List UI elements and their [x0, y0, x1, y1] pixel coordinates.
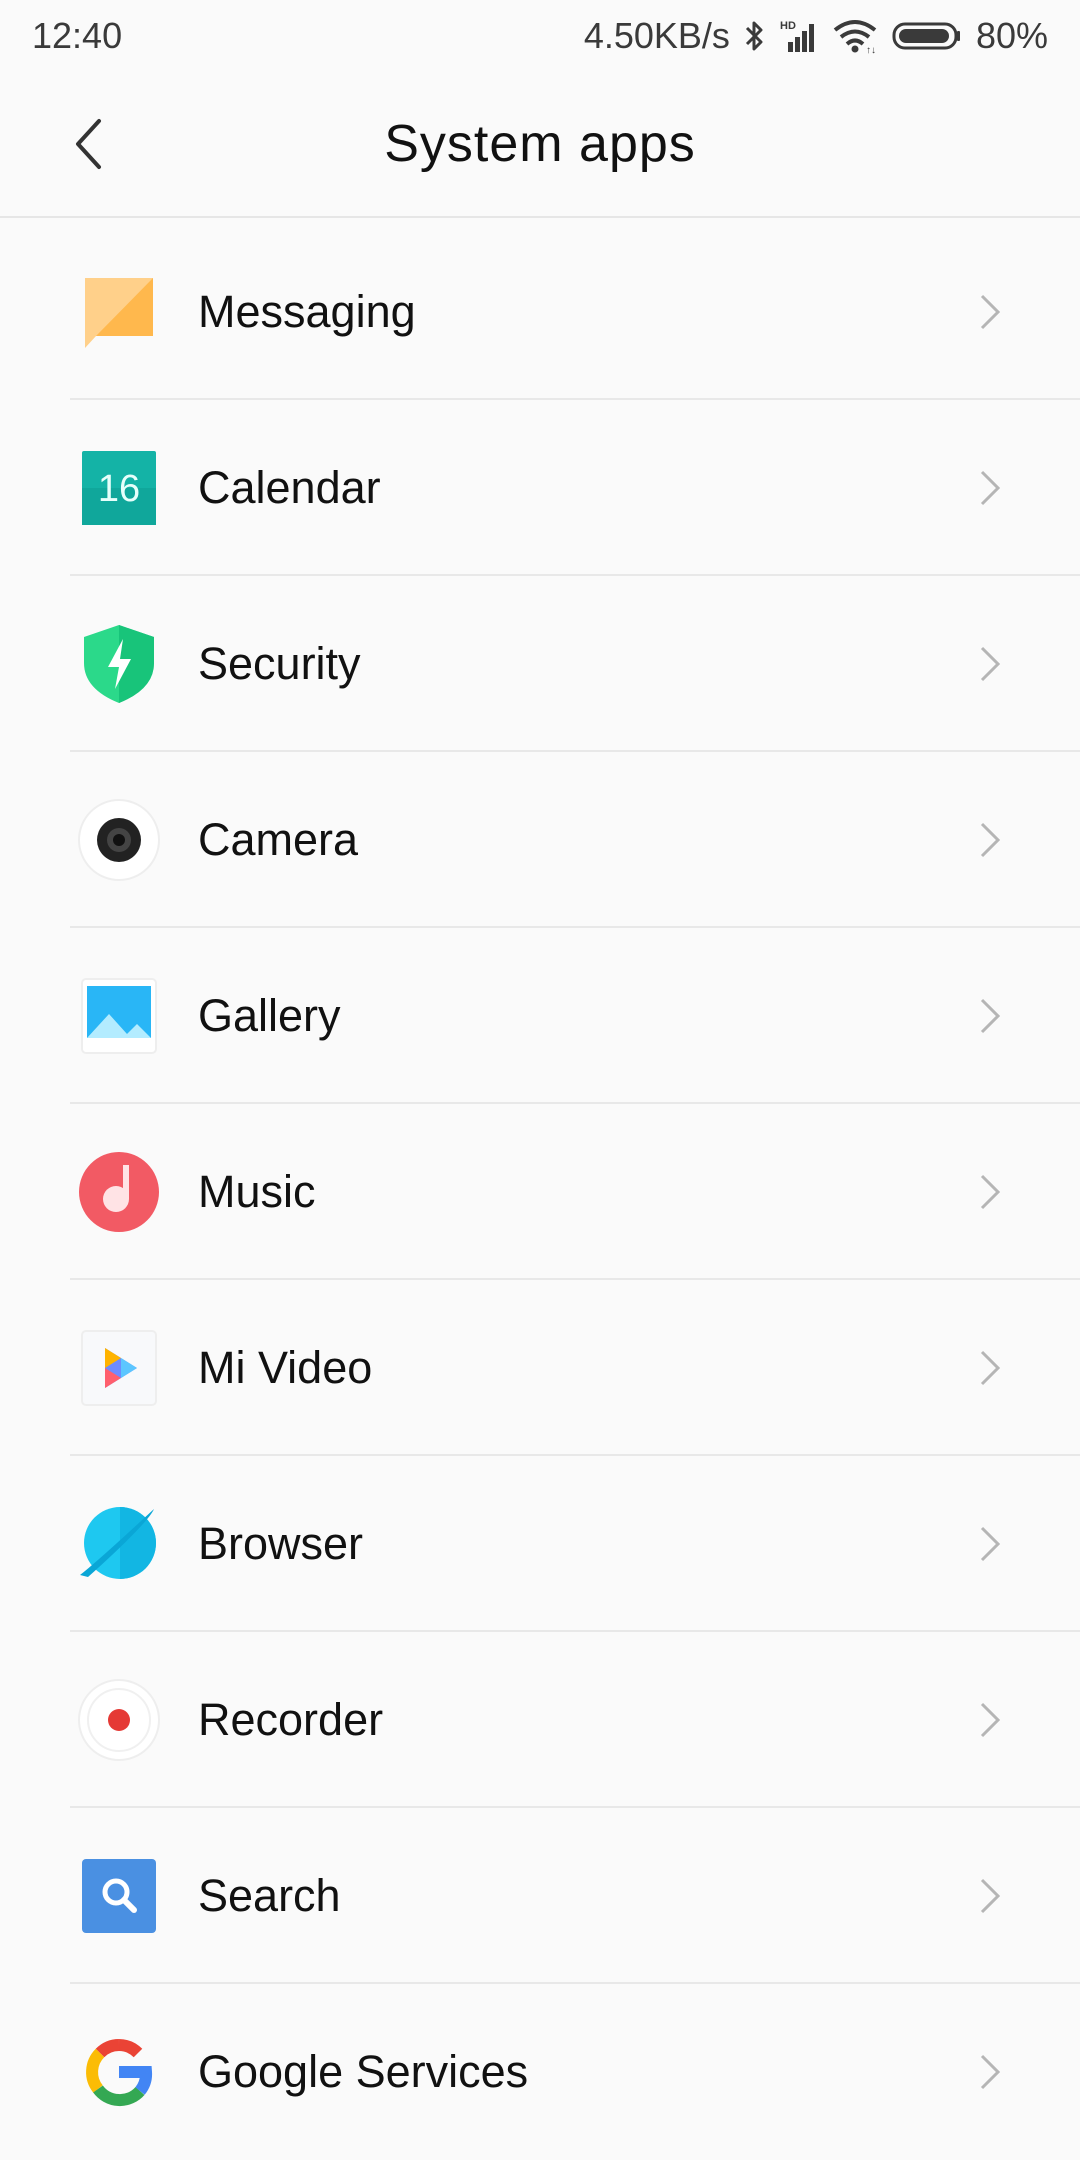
app-label: Calendar [198, 462, 381, 513]
back-button[interactable] [60, 106, 116, 182]
list-item-browser[interactable]: Browser [0, 1456, 1080, 1632]
app-label: Gallery [198, 990, 341, 1041]
list-item-music[interactable]: Music [0, 1104, 1080, 1280]
list-item-security[interactable]: Security [0, 576, 1080, 752]
battery-icon [892, 18, 962, 54]
hd-signal-icon: HD [780, 18, 818, 54]
wifi-icon: ↑↓ [832, 18, 878, 54]
chevron-right-icon [980, 1174, 1001, 1210]
list-item-google-services[interactable]: Google Services [0, 1984, 1080, 2160]
app-label: Recorder [198, 1694, 384, 1745]
app-bar: System apps [0, 72, 1080, 218]
chevron-right-icon [980, 470, 1001, 506]
status-bar: 12:40 4.50KB/s HD ↑↓ 80% [0, 0, 1080, 72]
chevron-right-icon [980, 1702, 1001, 1738]
svg-text:HD: HD [780, 20, 796, 32]
chevron-right-icon [980, 998, 1001, 1034]
network-speed: 4.50KB/s [583, 15, 730, 56]
chevron-right-icon [980, 1350, 1001, 1386]
app-label: Security [198, 638, 361, 689]
chevron-right-icon [980, 294, 1001, 330]
app-label: Mi Video [198, 1342, 373, 1393]
calendar-icon: 16 [78, 447, 160, 529]
battery-percent: 80% [975, 15, 1048, 56]
page-title: System apps [384, 115, 696, 173]
messaging-icon [78, 271, 160, 353]
google-icon [78, 2031, 160, 2113]
chevron-right-icon [980, 646, 1001, 682]
bluetooth-icon [744, 18, 766, 54]
calendar-day: 16 [98, 468, 140, 510]
status-icons: 4.50KB/s HD ↑↓ 80% [584, 15, 1048, 57]
app-label: Camera [198, 814, 359, 865]
mi-video-icon [78, 1327, 160, 1409]
chevron-right-icon [980, 822, 1001, 858]
app-label: Messaging [198, 286, 416, 337]
list-item-camera[interactable]: Camera [0, 752, 1080, 928]
chevron-right-icon [980, 1526, 1001, 1562]
chevron-right-icon [980, 2054, 1001, 2090]
music-icon [78, 1151, 160, 1233]
app-label: Search [198, 1870, 341, 1921]
security-shield-icon [78, 623, 160, 705]
recorder-icon [78, 1679, 160, 1761]
gallery-icon [78, 975, 160, 1057]
list-item-calendar[interactable]: 16 Calendar [0, 400, 1080, 576]
list-item-messaging[interactable]: Messaging [0, 224, 1080, 400]
chevron-right-icon [980, 1878, 1001, 1914]
chevron-left-icon [76, 119, 101, 169]
list-item-gallery[interactable]: Gallery [0, 928, 1080, 1104]
camera-icon [78, 799, 160, 881]
list-item-mi-video[interactable]: Mi Video [0, 1280, 1080, 1456]
status-time: 12:40 [32, 15, 123, 56]
app-label: Google Services [198, 2046, 529, 2097]
system-apps-list: Messaging 16 Calendar Security Camera Ga… [0, 224, 1080, 2160]
list-item-search[interactable]: Search [0, 1808, 1080, 1984]
search-icon [78, 1855, 160, 1937]
app-label: Music [198, 1166, 316, 1217]
browser-icon [78, 1503, 160, 1585]
list-item-recorder[interactable]: Recorder [0, 1632, 1080, 1808]
app-label: Browser [198, 1518, 364, 1569]
svg-text:↑↓: ↑↓ [866, 45, 876, 54]
